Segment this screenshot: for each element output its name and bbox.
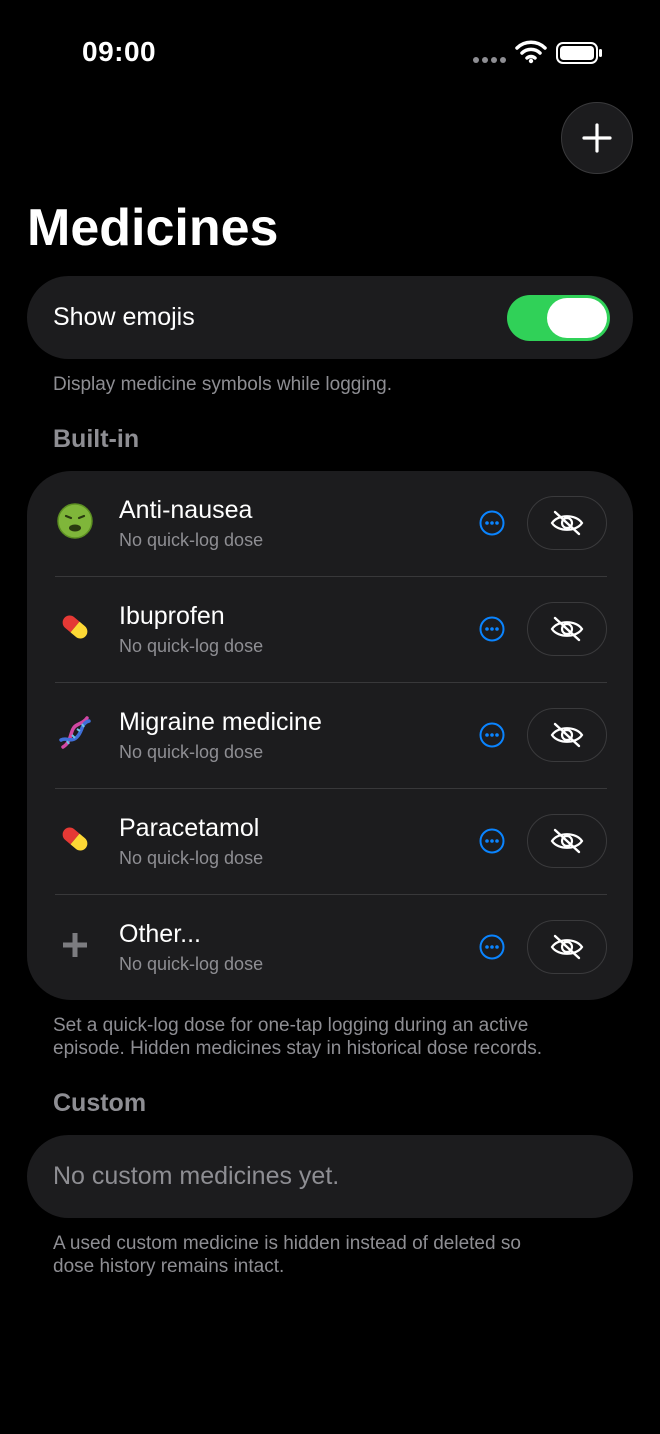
hide-medicine-button[interactable]	[527, 602, 607, 656]
more-options-icon[interactable]	[479, 934, 505, 960]
hide-medicine-button[interactable]	[527, 496, 607, 550]
builtin-section-header: Built-in	[53, 425, 140, 453]
eye-slash-icon	[550, 510, 584, 536]
status-time: 09:00	[82, 36, 157, 67]
medicine-name: Ibuprofen	[119, 602, 225, 630]
quick-log-dose-label: No quick-log dose	[119, 848, 264, 868]
builtin-footnote-line2: episode. Hidden medicines stay in histor…	[53, 1038, 542, 1059]
list-item[interactable]: Other... No quick-log dose	[27, 895, 633, 1001]
nauseated-face-icon	[57, 503, 93, 539]
add-medicine-button[interactable]	[561, 102, 633, 174]
show-emojis-toggle[interactable]	[507, 295, 610, 341]
more-options-icon[interactable]	[479, 616, 505, 642]
page-title: Medicines	[27, 199, 279, 257]
quick-log-dose-label: No quick-log dose	[119, 636, 264, 656]
custom-medicines-list: No custom medicines yet.	[27, 1135, 633, 1218]
show-emojis-row: Show emojis	[27, 276, 633, 359]
hide-medicine-button[interactable]	[527, 920, 607, 974]
list-item[interactable]: Migraine medicine No quick-log dose	[27, 683, 633, 789]
more-options-icon[interactable]	[479, 828, 505, 854]
list-item[interactable]: Anti-nausea No quick-log dose	[27, 471, 633, 577]
show-emojis-label: Show emojis	[53, 303, 195, 331]
list-item[interactable]: Ibuprofen No quick-log dose	[27, 577, 633, 683]
custom-footnote: A used custom medicine is hidden instead…	[53, 1232, 521, 1278]
plus-icon	[63, 933, 87, 957]
builtin-footnote-line1: Set a quick-log dose for one-tap logging…	[53, 1015, 529, 1036]
eye-slash-icon	[550, 616, 584, 642]
medicine-name: Paracetamol	[119, 814, 260, 842]
quick-log-dose-label: No quick-log dose	[119, 530, 264, 550]
more-options-icon[interactable]	[479, 722, 505, 748]
toggle-knob	[547, 298, 607, 338]
eye-slash-icon	[550, 722, 584, 748]
custom-empty-state: No custom medicines yet.	[53, 1162, 340, 1190]
eye-slash-icon	[550, 828, 584, 854]
list-item[interactable]: Paracetamol No quick-log dose	[27, 789, 633, 895]
custom-footnote-line2: dose history remains intact.	[53, 1256, 285, 1277]
quick-log-dose-label: No quick-log dose	[119, 742, 264, 762]
cellular-signal-icon	[473, 57, 506, 63]
battery-icon	[556, 42, 602, 64]
medicine-name: Migraine medicine	[119, 708, 322, 736]
dna-icon	[59, 716, 91, 749]
eye-slash-icon	[550, 934, 584, 960]
pill-icon	[62, 615, 88, 639]
more-options-icon[interactable]	[479, 510, 505, 536]
builtin-footnote: Set a quick-log dose for one-tap logging…	[53, 1014, 542, 1060]
custom-footnote-line1: A used custom medicine is hidden instead…	[53, 1233, 521, 1254]
medicine-name: Anti-nausea	[119, 496, 253, 524]
hide-medicine-button[interactable]	[527, 814, 607, 868]
medicine-name: Other...	[119, 920, 201, 948]
quick-log-dose-label: No quick-log dose	[119, 954, 264, 974]
show-emojis-footnote: Display medicine symbols while logging.	[53, 374, 392, 395]
plus-icon	[582, 123, 612, 153]
hide-medicine-button[interactable]	[527, 708, 607, 762]
wifi-icon	[515, 40, 547, 64]
builtin-medicines-list: Anti-nausea No quick-log dose Ibuprofen …	[27, 471, 633, 1000]
pill-icon	[62, 827, 88, 851]
custom-section-header: Custom	[53, 1089, 147, 1117]
